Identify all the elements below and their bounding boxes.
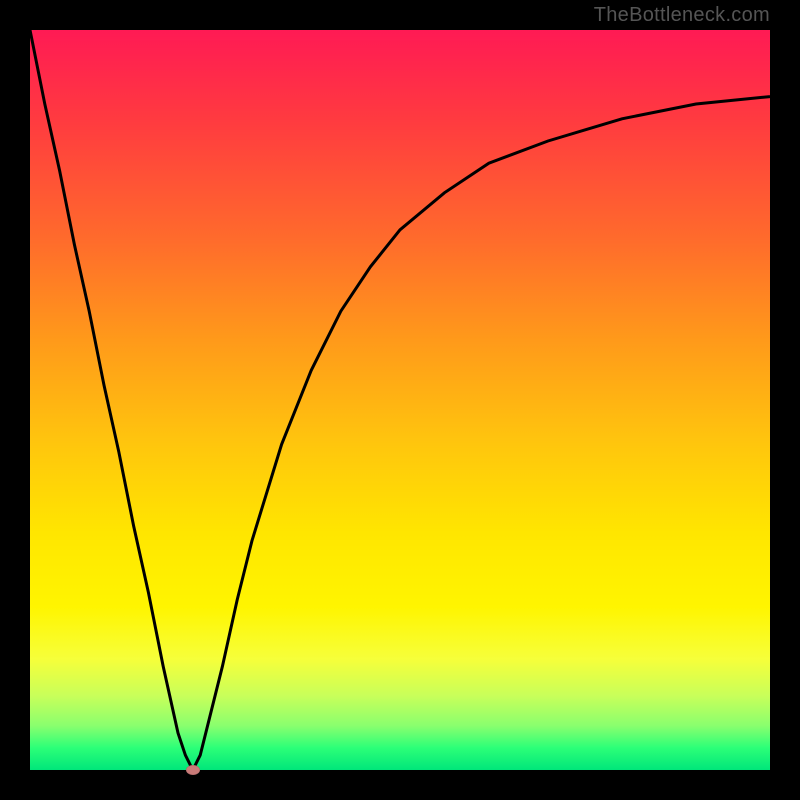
watermark-label: TheBottleneck.com — [594, 4, 770, 27]
bottleneck-curve-line — [30, 30, 770, 770]
plot-area — [30, 30, 770, 770]
curve-svg — [30, 30, 770, 770]
minimum-marker — [186, 765, 200, 775]
chart-frame: TheBottleneck.com — [0, 0, 800, 800]
